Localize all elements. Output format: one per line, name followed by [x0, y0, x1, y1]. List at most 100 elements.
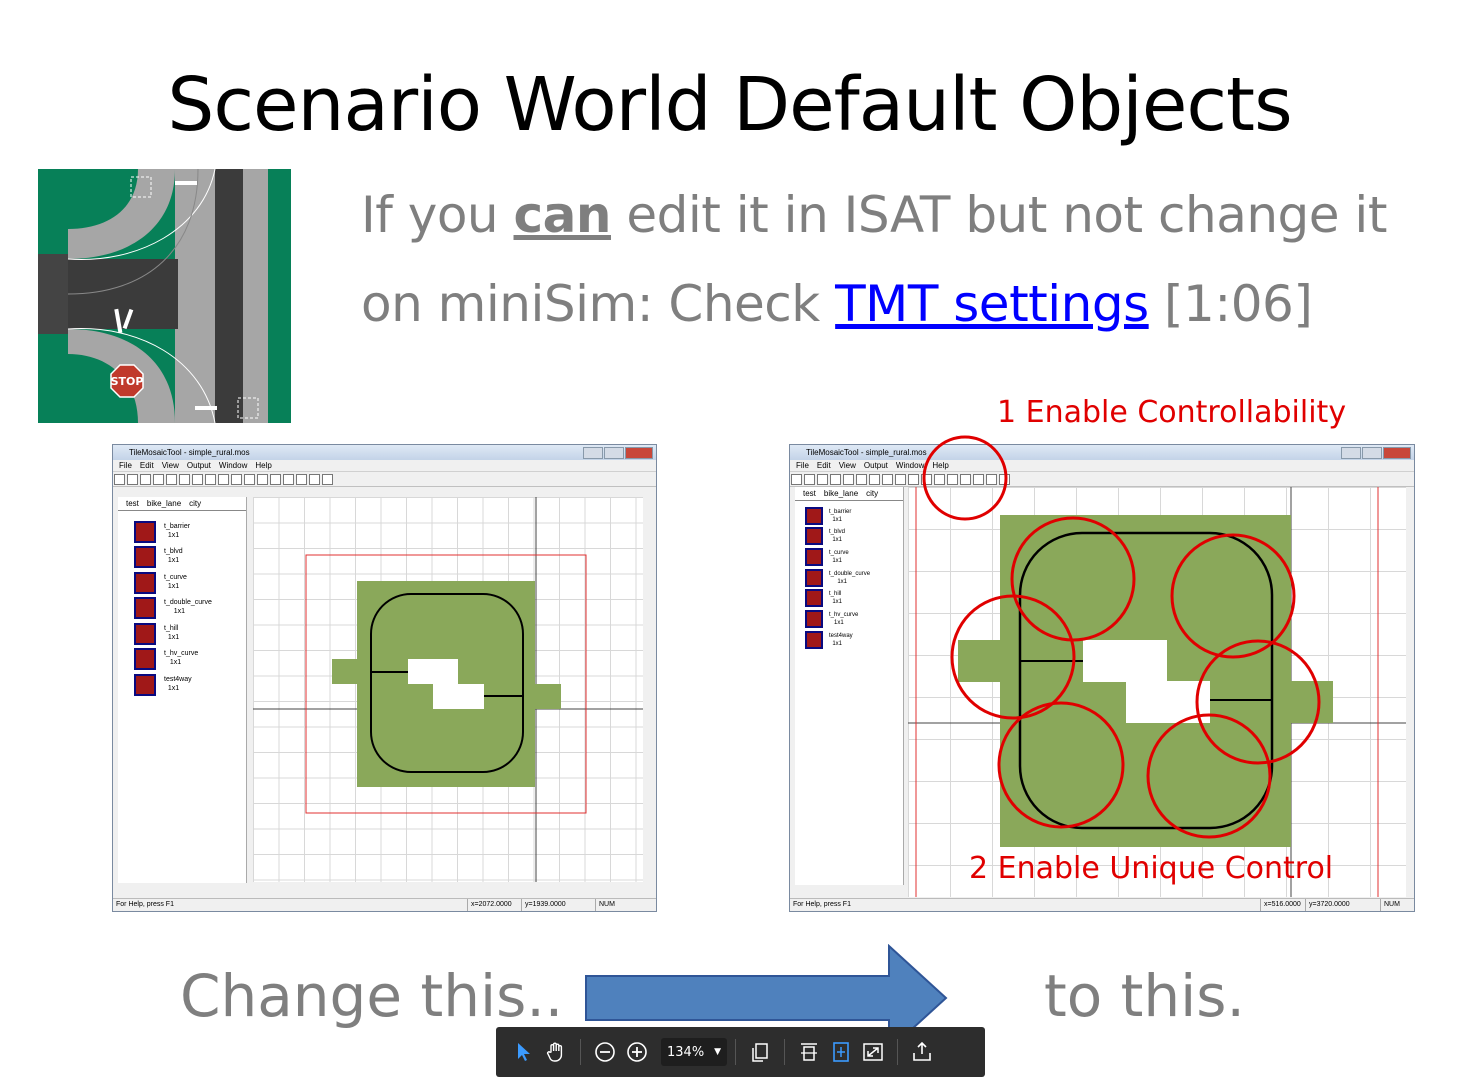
- status-x: x=2072.0000: [467, 899, 512, 911]
- tile-thumb[interactable]: [805, 507, 823, 525]
- context-help-icon[interactable]: [999, 474, 1010, 485]
- controllability-icon[interactable]: [283, 474, 294, 485]
- menu-file[interactable]: File: [119, 461, 132, 470]
- zoom-level-select[interactable]: 134% ▼: [661, 1038, 727, 1066]
- tab-test[interactable]: test: [126, 499, 139, 508]
- menu-help[interactable]: Help: [255, 461, 271, 470]
- left-tile-tabs: test bike_lane city: [118, 497, 246, 511]
- border-icon[interactable]: [231, 474, 242, 485]
- menu-edit[interactable]: Edit: [140, 461, 154, 470]
- page-copy-icon[interactable]: [745, 1037, 775, 1067]
- delete-icon[interactable]: [218, 474, 229, 485]
- close-icon[interactable]: [1383, 447, 1411, 459]
- tile-thumb[interactable]: [805, 569, 823, 587]
- tile-thumb[interactable]: [805, 548, 823, 566]
- menu-view[interactable]: View: [162, 461, 179, 470]
- tab-bike-lane[interactable]: bike_lane: [147, 499, 181, 508]
- lock-icon[interactable]: [192, 474, 203, 485]
- controllability-icon[interactable]: [960, 474, 971, 485]
- new-icon[interactable]: [791, 474, 802, 485]
- tile-label: t_barrier 1x1: [164, 523, 191, 539]
- delete-icon[interactable]: [895, 474, 906, 485]
- zoom-icon[interactable]: [153, 474, 164, 485]
- line1-after: edit it in ISAT but not change it: [611, 186, 1387, 244]
- right-tilemosaic-window: TileMosaicTool - simple_rural.mos File Ed…: [789, 444, 1415, 912]
- menu-window[interactable]: Window: [896, 461, 924, 470]
- undo-icon[interactable]: [205, 474, 216, 485]
- snap-icon[interactable]: [934, 474, 945, 485]
- right-window-title: TileMosaicTool - simple_rural.mos: [806, 448, 927, 457]
- undo-icon[interactable]: [882, 474, 893, 485]
- status-y: y=1939.0000: [521, 899, 566, 911]
- fit-page-icon[interactable]: [826, 1037, 856, 1067]
- menu-edit[interactable]: Edit: [817, 461, 831, 470]
- zoom-in-icon[interactable]: [166, 474, 177, 485]
- tile-thumb[interactable]: [134, 648, 156, 670]
- zoom-icon[interactable]: [830, 474, 841, 485]
- context-help-icon[interactable]: [322, 474, 333, 485]
- status-x: x=516.0000: [1260, 899, 1301, 911]
- new-icon[interactable]: [114, 474, 125, 485]
- left-window-title: TileMosaicTool - simple_rural.mos: [129, 448, 250, 457]
- menu-file[interactable]: File: [796, 461, 809, 470]
- snap-icon[interactable]: [257, 474, 268, 485]
- right-mosaic-drawing: [908, 487, 1406, 897]
- tile-thumb[interactable]: [134, 546, 156, 568]
- open-icon[interactable]: [804, 474, 815, 485]
- save-icon[interactable]: [817, 474, 828, 485]
- tile-label: t_curve 1x1: [164, 574, 187, 590]
- help-icon[interactable]: [986, 474, 997, 485]
- fullscreen-icon[interactable]: [858, 1037, 888, 1067]
- share-icon[interactable]: [907, 1037, 937, 1067]
- tmt-settings-link[interactable]: TMT settings: [835, 275, 1149, 333]
- menu-output[interactable]: Output: [187, 461, 211, 470]
- line1-emphasis: can: [513, 186, 612, 244]
- tile-icon[interactable]: [270, 474, 281, 485]
- tile-thumb[interactable]: [805, 631, 823, 649]
- maximize-icon[interactable]: [1362, 447, 1382, 459]
- close-icon[interactable]: [625, 447, 653, 459]
- tab-city[interactable]: city: [866, 489, 878, 498]
- tile-thumb[interactable]: [805, 527, 823, 545]
- border-icon[interactable]: [908, 474, 919, 485]
- tile-thumb[interactable]: [805, 589, 823, 607]
- minimize-icon[interactable]: [583, 447, 603, 459]
- help-icon[interactable]: [309, 474, 320, 485]
- zoom-out-icon[interactable]: [590, 1037, 620, 1067]
- zoom-in-icon[interactable]: [622, 1037, 652, 1067]
- left-mosaic-canvas[interactable]: [253, 497, 643, 882]
- tab-bike-lane[interactable]: bike_lane: [824, 489, 858, 498]
- menu-view[interactable]: View: [839, 461, 856, 470]
- maximize-icon[interactable]: [604, 447, 624, 459]
- slide-title: Scenario World Default Objects: [167, 62, 1292, 148]
- tile-thumb[interactable]: [134, 597, 156, 619]
- zoom-in-icon[interactable]: [843, 474, 854, 485]
- tile-thumb[interactable]: [134, 623, 156, 645]
- grid-icon[interactable]: [921, 474, 932, 485]
- select-icon[interactable]: [509, 1037, 539, 1067]
- right-mosaic-canvas[interactable]: [908, 487, 1406, 897]
- right-window-toolbar: [790, 471, 1414, 487]
- fit-width-icon[interactable]: [794, 1037, 824, 1067]
- zoom-out-icon[interactable]: [856, 474, 867, 485]
- print-icon[interactable]: [296, 474, 307, 485]
- tab-city[interactable]: city: [189, 499, 201, 508]
- minimize-icon[interactable]: [1341, 447, 1361, 459]
- zoom-out-icon[interactable]: [179, 474, 190, 485]
- menu-window[interactable]: Window: [219, 461, 247, 470]
- tab-test[interactable]: test: [803, 489, 816, 498]
- tile-thumb[interactable]: [134, 674, 156, 696]
- tile-thumb[interactable]: [805, 610, 823, 628]
- tile-thumb[interactable]: [134, 572, 156, 594]
- grid-icon[interactable]: [244, 474, 255, 485]
- hand-icon[interactable]: [541, 1037, 571, 1067]
- menu-output[interactable]: Output: [864, 461, 888, 470]
- save-icon[interactable]: [140, 474, 151, 485]
- tile-icon[interactable]: [947, 474, 958, 485]
- print-icon[interactable]: [973, 474, 984, 485]
- lock-icon[interactable]: [869, 474, 880, 485]
- left-tilemosaic-window: TileMosaicTool - simple_rural.mos File Ed…: [112, 444, 657, 912]
- menu-help[interactable]: Help: [932, 461, 948, 470]
- tile-thumb[interactable]: [134, 521, 156, 543]
- open-icon[interactable]: [127, 474, 138, 485]
